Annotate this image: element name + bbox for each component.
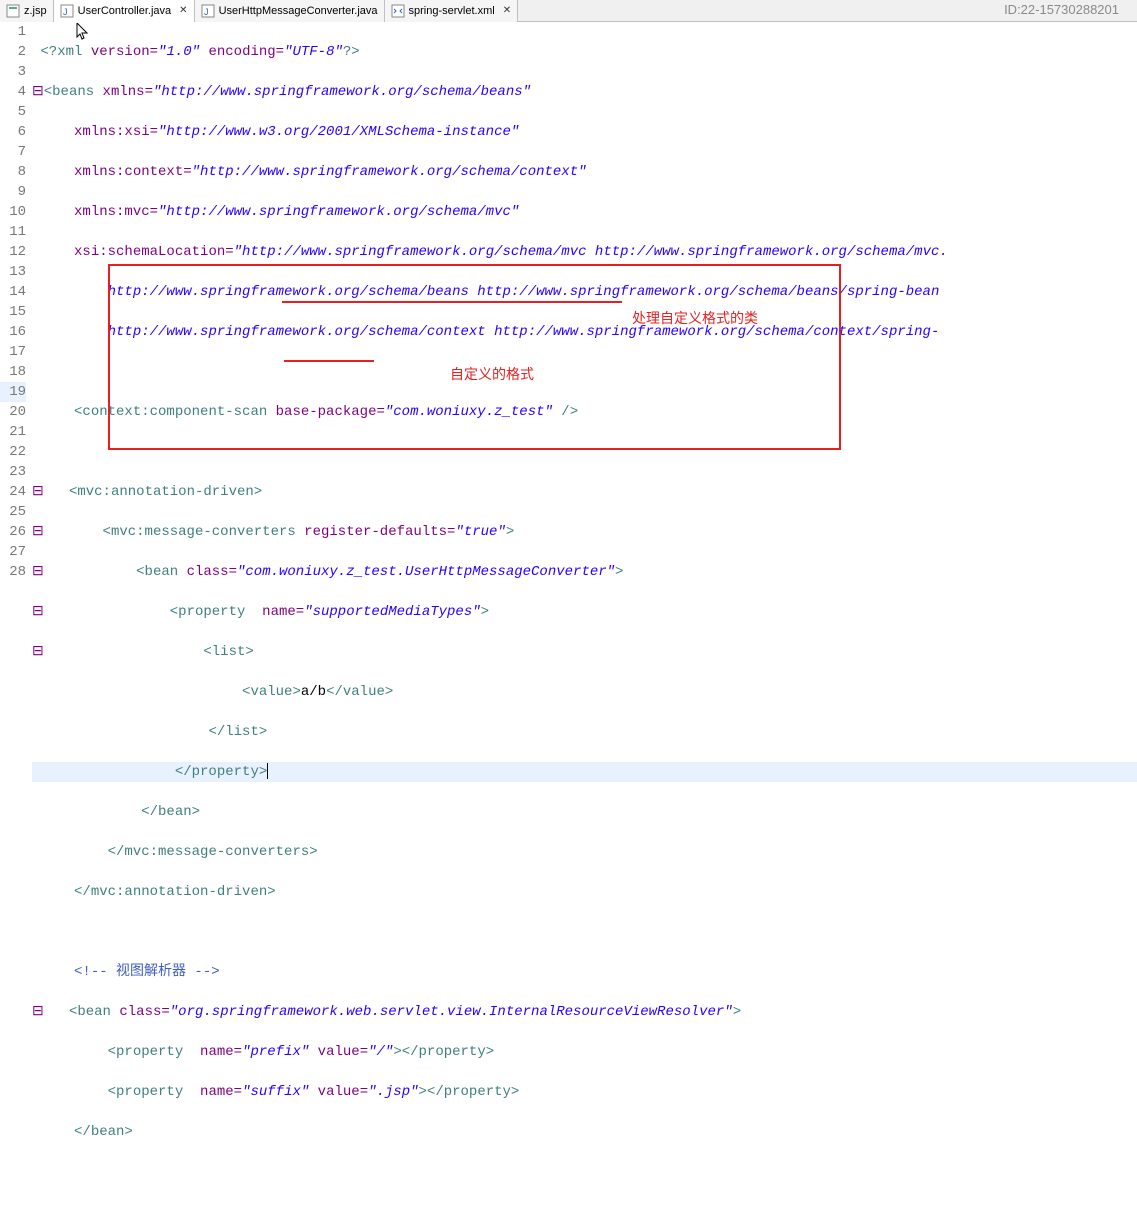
- tab-label: UserHttpMessageConverter.java: [219, 5, 378, 17]
- code-area[interactable]: <?xml version="1.0" encoding="UTF-8"?> ⊟…: [32, 22, 1137, 604]
- jsp-icon: [6, 4, 20, 18]
- tab-usercontroller[interactable]: J UserController.java ✕: [54, 0, 195, 22]
- close-icon[interactable]: ✕: [503, 5, 511, 16]
- tab-springservlet[interactable]: spring-servlet.xml ✕: [385, 0, 519, 22]
- xml-icon: [391, 4, 405, 18]
- tab-userhttpconverter[interactable]: J UserHttpMessageConverter.java: [195, 0, 385, 22]
- close-icon[interactable]: ✕: [179, 5, 187, 16]
- tab-label: UserController.java: [78, 5, 172, 17]
- svg-text:J: J: [204, 7, 209, 17]
- tab-label: spring-servlet.xml: [409, 5, 495, 17]
- tab-bar: z.jsp J UserController.java ✕ J UserHttp…: [0, 0, 1137, 22]
- java-icon: J: [201, 4, 215, 18]
- id-watermark: ID:22-15730288201: [1004, 2, 1119, 17]
- tab-zjsp[interactable]: z.jsp: [0, 0, 54, 22]
- svg-text:J: J: [63, 7, 68, 17]
- tab-label: z.jsp: [24, 5, 47, 17]
- text-caret: [267, 763, 268, 779]
- java-icon: J: [60, 4, 74, 18]
- line-gutter: 1234567891011121314151617181920212223242…: [0, 22, 32, 604]
- code-editor[interactable]: 1234567891011121314151617181920212223242…: [0, 22, 1137, 604]
